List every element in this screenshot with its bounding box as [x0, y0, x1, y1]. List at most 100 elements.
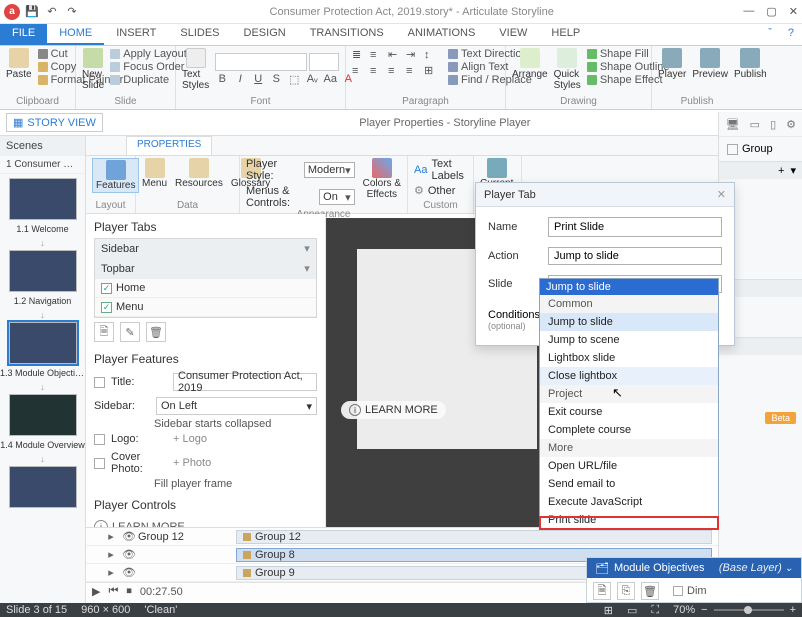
font-family-select[interactable] — [215, 53, 307, 71]
name-input[interactable] — [548, 217, 722, 237]
tabs-section-topbar[interactable]: Topbar▾ — [95, 259, 316, 279]
dialog-close-icon[interactable]: ✕ — [717, 188, 726, 201]
timeline-play-icon[interactable]: ▶ — [92, 585, 100, 598]
slide-thumb-selected[interactable] — [9, 322, 77, 364]
undo-icon[interactable]: ↶ — [44, 4, 60, 20]
tab-design[interactable]: DESIGN — [232, 24, 298, 45]
row-expand-icon[interactable]: ▸ — [106, 530, 116, 543]
tab-slides[interactable]: SLIDES — [168, 24, 231, 45]
dropdown-item-exit-course[interactable]: Exit course — [540, 403, 718, 421]
text-labels-button[interactable]: Aa Text Labels — [414, 158, 467, 182]
dropdown-selected[interactable]: Jump to slide — [540, 279, 718, 295]
features-button[interactable]: Features — [92, 158, 139, 193]
delete-tab-button[interactable]: 🗑 — [146, 322, 166, 342]
pp-menu-button[interactable]: Menu — [142, 158, 167, 189]
visibility-icon[interactable]: 👁 — [122, 548, 132, 561]
arrange-button[interactable]: Arrange — [512, 48, 548, 80]
visibility-icon[interactable]: 👁 — [122, 530, 132, 543]
zoom-in-icon[interactable]: + — [790, 604, 796, 616]
player-button[interactable]: Player — [658, 48, 686, 80]
text-styles-button[interactable]: Text Styles — [182, 48, 209, 91]
shadow-button[interactable]: ⬚ — [287, 73, 301, 86]
check-icon[interactable]: ✓ — [101, 283, 112, 294]
bullets-button[interactable]: ≣ — [352, 48, 366, 61]
justify-button[interactable]: ≡ — [406, 64, 420, 77]
minimize-icon[interactable]: — — [743, 5, 754, 18]
publish-button[interactable]: Publish — [734, 48, 767, 80]
slide-thumb[interactable] — [9, 178, 77, 220]
timeline-stop-icon[interactable]: ⏹ — [126, 585, 132, 598]
cover-add-button[interactable]: + Photo — [173, 457, 317, 469]
indent-dec-button[interactable]: ⇤ — [388, 48, 402, 61]
panel-menu-icon[interactable]: ▾ — [790, 164, 796, 177]
font-size-select[interactable] — [309, 53, 339, 71]
row-expand-icon[interactable]: ▸ — [106, 548, 116, 561]
dim-checkbox[interactable] — [673, 586, 683, 596]
preview-button[interactable]: Preview — [692, 48, 728, 80]
dropdown-item-print-slide[interactable]: Print slide — [540, 511, 718, 529]
close-icon[interactable]: ✕ — [789, 5, 798, 18]
tab-transitions[interactable]: TRANSITIONS — [298, 24, 396, 45]
pp-resources-button[interactable]: Resources — [175, 158, 223, 189]
numbering-button[interactable]: ≡ — [370, 48, 384, 61]
dropdown-item-close-lightbox[interactable]: Close lightbox — [540, 367, 718, 385]
maximize-icon[interactable]: ▢ — [766, 5, 776, 18]
edit-tab-button[interactable]: ✎ — [120, 322, 140, 342]
case-button[interactable]: Aa — [323, 73, 337, 86]
device-desktop-icon[interactable]: 🖥 — [726, 118, 740, 131]
tabs-item-menu[interactable]: ✓Menu — [95, 298, 316, 317]
zoom-out-icon[interactable]: − — [701, 604, 707, 616]
slide-thumb[interactable] — [9, 466, 77, 508]
scene-row[interactable]: 1 Consumer Prot — [0, 156, 85, 174]
new-slide-button[interactable]: New Slide — [82, 48, 104, 91]
strike-button[interactable]: S — [269, 73, 283, 86]
colors-effects-button[interactable]: Colors & Effects — [363, 158, 401, 209]
underline-button[interactable]: U — [251, 73, 265, 86]
tabs-item-home[interactable]: ✓Home — [95, 279, 316, 298]
quick-styles-button[interactable]: Quick Styles — [554, 48, 581, 91]
zoom-slider[interactable] — [714, 609, 784, 611]
story-view-button[interactable]: ▦ STORY VIEW — [6, 113, 103, 132]
preview-learn-more-chip[interactable]: iLEARN MORE — [341, 401, 446, 419]
device-tablet-icon[interactable]: ▭ — [750, 118, 760, 131]
dropdown-item-send-email[interactable]: Send email to — [540, 475, 718, 493]
title-input[interactable]: Consumer Protection Act, 2019 — [173, 373, 317, 391]
dropdown-item-lightbox[interactable]: Lightbox slide — [540, 349, 718, 367]
player-style-select[interactable]: Modern▾ — [304, 162, 355, 178]
action-select[interactable]: Jump to slide — [548, 247, 722, 265]
dup-layer-button[interactable]: ⎘ — [617, 582, 635, 600]
italic-button[interactable]: I — [233, 73, 247, 86]
logo-checkbox[interactable] — [94, 434, 105, 445]
other-button[interactable]: ⚙ Other — [414, 184, 467, 197]
tabs-section-sidebar[interactable]: Sidebar▾ — [95, 239, 316, 259]
tab-view[interactable]: VIEW — [487, 24, 539, 45]
add-layer-button[interactable]: 🗎 — [593, 582, 611, 600]
menus-controls-select[interactable]: On▾ — [319, 189, 355, 205]
timeline-bar[interactable]: Group 12 — [236, 530, 712, 544]
char-spacing-button[interactable]: Aᵥ — [305, 73, 319, 86]
panel-add-icon[interactable]: + — [778, 165, 784, 177]
tab-help[interactable]: HELP — [539, 24, 592, 45]
title-checkbox[interactable] — [94, 377, 105, 388]
dropdown-item-jump-slide[interactable]: Jump to slide — [540, 313, 718, 331]
paste-button[interactable]: Paste — [6, 48, 32, 80]
slide-thumb[interactable] — [9, 394, 77, 436]
row-expand-icon[interactable]: ▸ — [106, 566, 116, 579]
status-fit-icon[interactable]: ⛶ — [651, 604, 659, 617]
timeline-rewind-icon[interactable]: ⏮ — [108, 585, 118, 598]
status-grid-icon[interactable]: ⊞ — [604, 604, 613, 617]
visibility-icon[interactable]: 👁 — [122, 566, 132, 579]
align-left-button[interactable]: ≡ — [352, 64, 366, 77]
dropdown-item-open-url[interactable]: Open URL/file — [540, 457, 718, 475]
align-center-button[interactable]: ≡ — [370, 64, 384, 77]
del-layer-button[interactable]: 🗑 — [641, 582, 659, 600]
add-tab-button[interactable]: 🗎 — [94, 322, 114, 342]
tab-home[interactable]: HOME — [47, 24, 104, 45]
device-settings-icon[interactable]: ⚙ — [786, 118, 796, 131]
tab-file[interactable]: FILE — [0, 24, 47, 45]
linespacing-button[interactable]: ↕ — [424, 48, 438, 61]
indent-inc-button[interactable]: ⇥ — [406, 48, 420, 61]
ribbon-collapse-icon[interactable]: ˇ — [760, 24, 780, 45]
columns-button[interactable]: ⊞ — [424, 64, 438, 77]
tab-insert[interactable]: INSERT — [104, 24, 168, 45]
